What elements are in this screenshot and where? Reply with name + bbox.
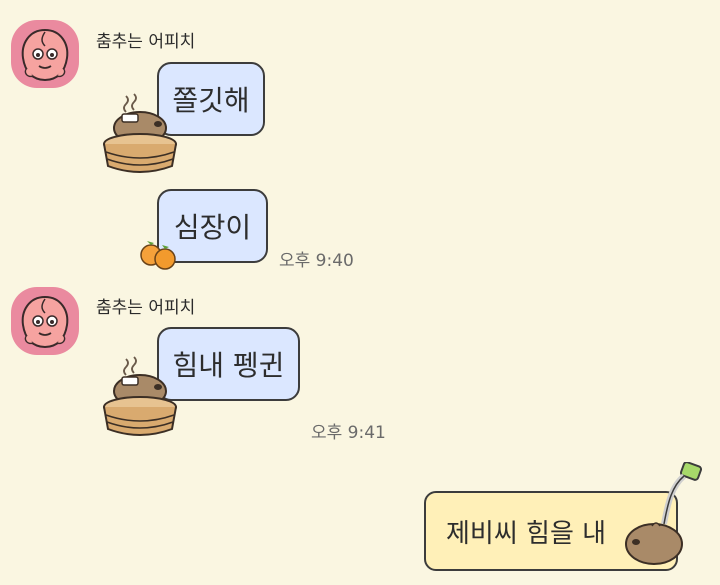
- message-text: 힘내 펭귄: [172, 349, 285, 382]
- orange-fruit-icon: [140, 241, 176, 270]
- message-timestamp: 오후 9:41: [311, 423, 386, 443]
- sender-avatar[interactable]: [11, 287, 79, 355]
- capybara-drinking-icon: [625, 461, 703, 565]
- sender-name: 춤추는 어피치: [96, 298, 196, 318]
- sender-avatar[interactable]: [11, 20, 79, 88]
- capybara-drinking-sticker: [622, 461, 706, 578]
- capybara-bath-icon: [103, 93, 177, 173]
- capybara-bath-sticker: [100, 355, 180, 443]
- sender-name: 춤추는 어피치: [96, 32, 196, 52]
- message-text: 제비씨 힘을 내: [446, 518, 607, 549]
- capybara-bath-icon: [103, 356, 177, 436]
- peach-character-icon: [21, 295, 69, 349]
- orange-sticker: [138, 237, 178, 275]
- message-text: 심장이: [173, 211, 252, 244]
- message-text: 쫄깃해: [172, 84, 250, 117]
- capybara-bath-sticker: [100, 92, 180, 180]
- message-timestamp: 오후 9:40: [279, 251, 354, 271]
- peach-character-icon: [21, 28, 69, 82]
